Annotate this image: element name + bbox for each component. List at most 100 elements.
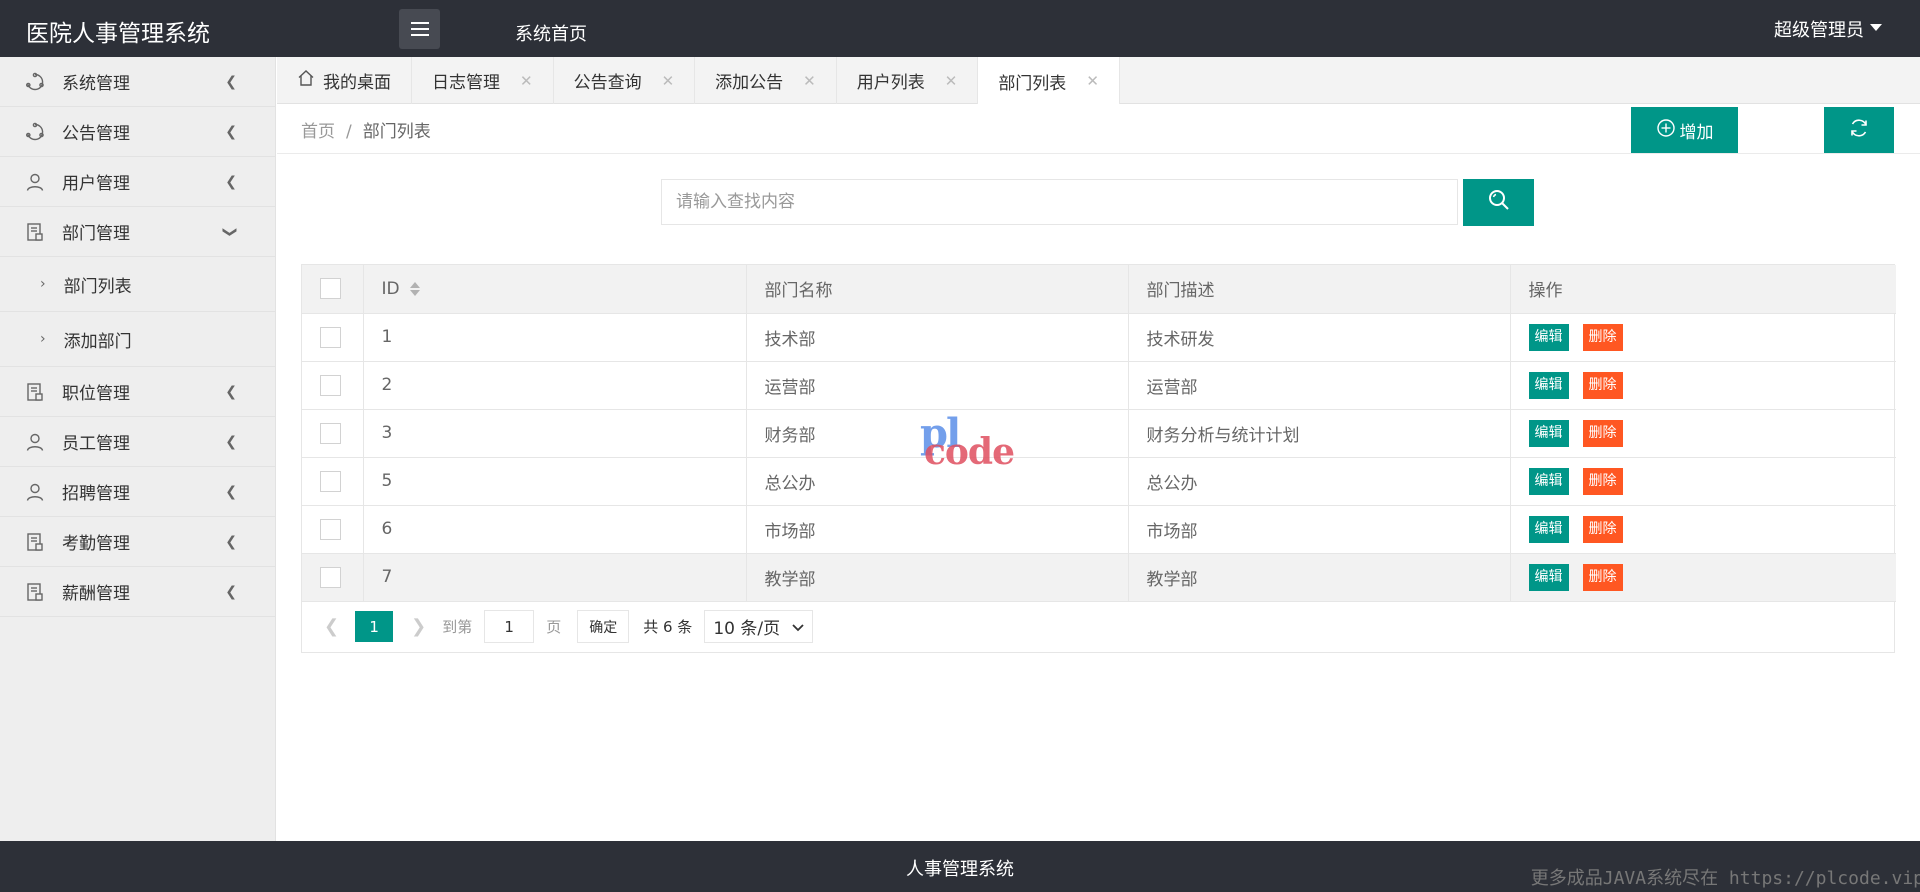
row-checkbox[interactable]: [320, 326, 341, 348]
sidebar-item-users[interactable]: 用户管理 ❮: [0, 157, 275, 207]
column-header-id[interactable]: ID: [363, 265, 747, 314]
add-button[interactable]: 增加: [1631, 107, 1738, 153]
tab-desktop[interactable]: 我的桌面: [277, 57, 412, 104]
row-checkbox-cell: [302, 505, 364, 554]
watermark-line-2: code: [924, 431, 1015, 473]
tab-log[interactable]: 日志管理 ✕: [412, 57, 554, 104]
tab-add-notice[interactable]: 添加公告 ✕: [695, 57, 837, 104]
table-header-row: ID 部门名称 部门描述 操作: [302, 265, 1896, 314]
user-menu[interactable]: 超级管理员: [1774, 16, 1882, 42]
breadcrumb-bar: 首页 / 部门列表 增加: [277, 104, 1920, 154]
tab-bar: 我的桌面 日志管理 ✕ 公告查询 ✕ 添加公告 ✕ 用户列表 ✕ 部门列表 ✕: [277, 57, 1920, 105]
close-icon[interactable]: ✕: [803, 72, 816, 90]
hamburger-icon: [410, 22, 429, 36]
close-icon[interactable]: ✕: [945, 72, 958, 90]
row-checkbox[interactable]: [320, 470, 341, 492]
close-icon[interactable]: ✕: [520, 72, 533, 90]
search-input[interactable]: [661, 179, 1458, 225]
sidebar-subitem-department-list[interactable]: › 部门列表: [0, 257, 275, 312]
chevron-left-icon[interactable]: ❮: [324, 616, 339, 637]
page-current[interactable]: 1: [355, 611, 394, 642]
goto-page-input[interactable]: [484, 610, 535, 643]
sidebar-item-notice[interactable]: 公告管理 ❮: [0, 107, 275, 157]
cell-actions: 编辑 删除: [1510, 313, 1896, 362]
cell-description: 运营部: [1128, 361, 1511, 410]
column-header-label: ID: [381, 278, 400, 299]
row-checkbox-cell: [302, 457, 364, 506]
total-count: 共 6 条: [643, 618, 693, 636]
sidebar-item-department[interactable]: 部门管理 ❮: [0, 207, 275, 257]
page-size-value: 10 条/页: [713, 619, 781, 639]
delete-button[interactable]: 删除: [1582, 419, 1623, 447]
row-checkbox[interactable]: [320, 566, 341, 588]
tab-department-list[interactable]: 部门列表 ✕: [978, 57, 1120, 105]
breadcrumb: 首页 / 部门列表: [301, 117, 431, 142]
chevron-right-icon[interactable]: ❯: [411, 616, 426, 637]
chevron-left-icon: ❮: [225, 434, 237, 450]
cell-id: 2: [363, 361, 747, 410]
edit-button[interactable]: 编辑: [1528, 563, 1569, 591]
delete-button[interactable]: 删除: [1582, 467, 1623, 495]
delete-button[interactable]: 删除: [1582, 323, 1623, 351]
user-icon: [24, 481, 46, 503]
column-header-actions: 操作: [1510, 265, 1896, 314]
edit-button[interactable]: 编辑: [1528, 419, 1569, 447]
sidebar-item-employee[interactable]: 员工管理 ❮: [0, 417, 275, 467]
delete-button[interactable]: 删除: [1582, 563, 1623, 591]
select-all-checkbox[interactable]: [320, 278, 341, 300]
table-row: 7 教学部 教学部 编辑 删除: [302, 553, 1896, 602]
edit-button[interactable]: 编辑: [1528, 467, 1569, 495]
sidebar-item-label: 考勤管理: [62, 534, 130, 554]
chevron-left-icon: ❮: [225, 174, 237, 190]
row-checkbox[interactable]: [320, 518, 341, 540]
refresh-button[interactable]: [1824, 107, 1894, 153]
document-icon: [24, 381, 46, 403]
row-checkbox-cell: [302, 553, 364, 602]
breadcrumb-separator: /: [346, 122, 352, 142]
cell-description: 教学部: [1128, 553, 1511, 602]
row-checkbox-cell: [302, 409, 364, 458]
breadcrumb-home[interactable]: 首页: [301, 122, 335, 142]
table-row: 5 总公办 总公办 编辑 删除: [302, 457, 1896, 506]
app-logo: 医院人事管理系统: [26, 21, 210, 47]
user-name: 超级管理员: [1774, 20, 1864, 41]
tab-label: 部门列表: [998, 73, 1067, 94]
document-icon: [24, 531, 46, 553]
close-icon[interactable]: ✕: [1086, 72, 1099, 90]
caret-down-icon: [1870, 23, 1882, 31]
tab-user-list[interactable]: 用户列表 ✕: [837, 57, 979, 104]
menu-toggle-button[interactable]: [399, 9, 440, 49]
cell-id: 3: [363, 409, 747, 458]
chevron-left-icon: ❮: [225, 124, 237, 140]
tab-notice-query[interactable]: 公告查询 ✕: [554, 57, 696, 104]
edit-button[interactable]: 编辑: [1528, 371, 1569, 399]
user-icon: [24, 171, 46, 193]
sidebar-item-recruit[interactable]: 招聘管理 ❮: [0, 467, 275, 517]
delete-button[interactable]: 删除: [1582, 371, 1623, 399]
row-checkbox[interactable]: [320, 374, 341, 396]
tab-label: 公告查询: [573, 73, 642, 93]
row-checkbox[interactable]: [320, 422, 341, 444]
sidebar-item-attendance[interactable]: 考勤管理 ❮: [0, 517, 275, 567]
search-button[interactable]: [1463, 179, 1534, 226]
cell-description: 技术研发: [1128, 313, 1511, 362]
search-icon: [1487, 188, 1511, 217]
sidebar-subitem-add-department[interactable]: › 添加部门: [0, 312, 275, 367]
edit-button[interactable]: 编辑: [1528, 515, 1569, 543]
sort-icon[interactable]: [409, 281, 420, 296]
cluster-icon: [24, 71, 46, 93]
chevron-left-icon: ❮: [225, 584, 237, 600]
sidebar-item-salary[interactable]: 薪酬管理 ❮: [0, 567, 275, 617]
plus-circle-icon: [1656, 118, 1676, 143]
system-home-link[interactable]: 系统首页: [515, 20, 587, 46]
delete-button[interactable]: 删除: [1582, 515, 1623, 543]
column-header-name: 部门名称: [745, 265, 1129, 314]
sidebar-item-position[interactable]: 职位管理 ❮: [0, 367, 275, 417]
close-icon[interactable]: ✕: [662, 72, 675, 90]
document-icon: [24, 581, 46, 603]
edit-button[interactable]: 编辑: [1528, 323, 1569, 351]
confirm-button[interactable]: 确定: [577, 610, 630, 643]
page-size-select[interactable]: 10 条/页: [704, 610, 814, 643]
sidebar-item-system[interactable]: 系统管理 ❮: [0, 57, 275, 107]
cell-id: 5: [363, 457, 747, 506]
